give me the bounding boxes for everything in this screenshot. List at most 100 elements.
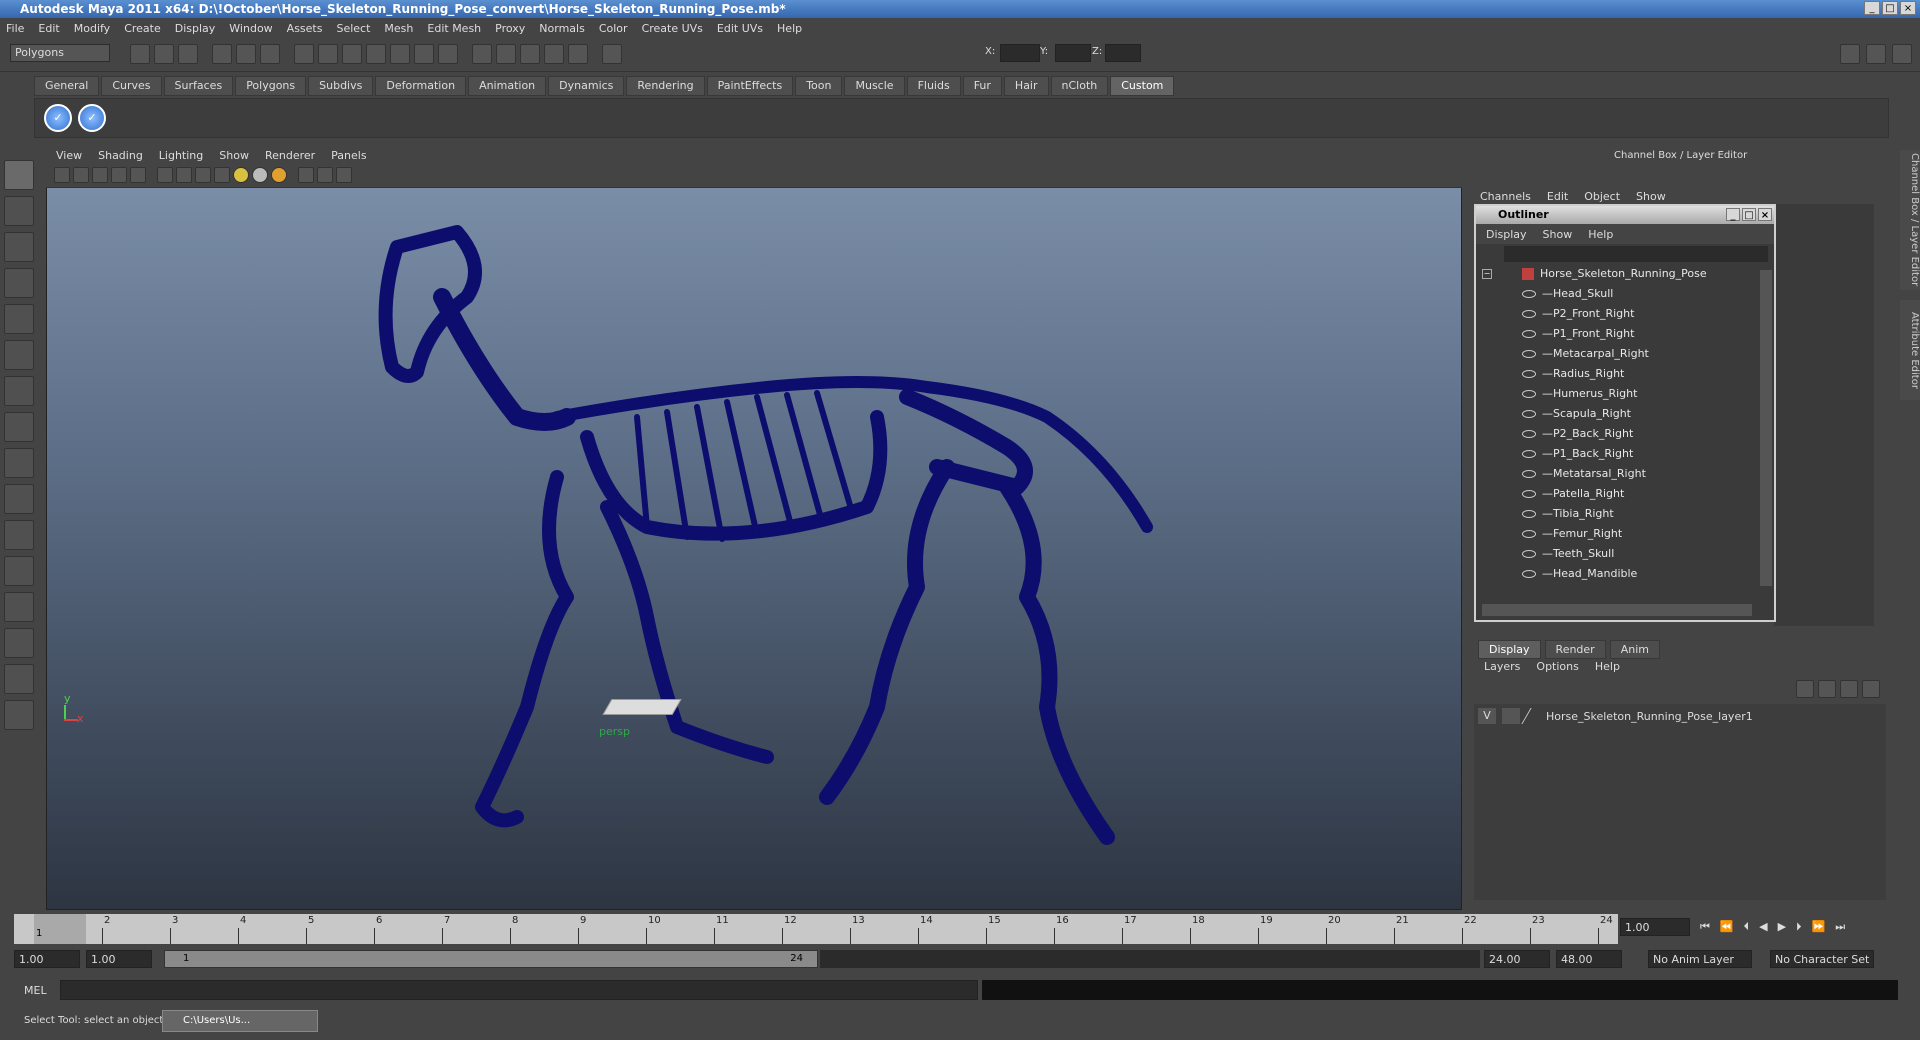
outliner-horizontal-scrollbar[interactable] <box>1482 604 1752 616</box>
outliner-item[interactable]: — P1_Back_Right <box>1482 444 1774 464</box>
layer-menu-layers[interactable]: Layers <box>1484 660 1520 673</box>
go-to-end-icon[interactable]: ⏭ <box>1835 920 1845 934</box>
layer-tab-display[interactable]: Display <box>1478 640 1541 659</box>
y-field[interactable] <box>1055 44 1091 62</box>
play-forward-icon[interactable]: ▶ <box>1778 920 1786 934</box>
outliner-close-button[interactable]: × <box>1758 208 1772 221</box>
shelf-tab-polygons[interactable]: Polygons <box>235 76 307 96</box>
menu-create-uvs[interactable]: Create UVs <box>642 22 703 35</box>
channel-menu-object[interactable]: Object <box>1584 190 1620 203</box>
resolution-gate-icon[interactable] <box>336 167 352 183</box>
minimized-window-button[interactable]: C:\Users\Us... <box>162 1010 318 1032</box>
all-lights-icon[interactable] <box>252 167 268 183</box>
camera-select-icon[interactable] <box>54 167 70 183</box>
outliner-titlebar[interactable]: Outliner _ □ × <box>1476 206 1774 224</box>
save-scene-icon[interactable] <box>178 44 198 64</box>
last-tool-icon[interactable] <box>4 484 34 514</box>
menu-normals[interactable]: Normals <box>539 22 585 35</box>
menu-edit-uvs[interactable]: Edit UVs <box>717 22 763 35</box>
render-frame-icon[interactable] <box>472 44 492 64</box>
shelf-tab-rendering[interactable]: Rendering <box>626 76 705 96</box>
outliner-item[interactable]: — Metacarpal_Right <box>1482 344 1774 364</box>
shelf-tab-painteffects[interactable]: PaintEffects <box>706 76 794 96</box>
layer-menu-options[interactable]: Options <box>1536 660 1578 673</box>
history-icon[interactable] <box>414 44 434 64</box>
start-time-field[interactable]: 1.00 <box>14 950 80 968</box>
menu-help[interactable]: Help <box>777 22 802 35</box>
layer-tab-anim[interactable]: Anim <box>1609 640 1660 659</box>
menu-display[interactable]: Display <box>175 22 216 35</box>
character-set-select[interactable]: No Character Set <box>1770 950 1874 968</box>
shelf-tab-ncloth[interactable]: nCloth <box>1050 76 1109 96</box>
side-tab-channel-box[interactable]: Channel Box / Layer Editor <box>1900 150 1920 290</box>
render-settings-icon[interactable] <box>520 44 540 64</box>
menu-window[interactable]: Window <box>229 22 272 35</box>
outliner-menu-display[interactable]: Display <box>1486 228 1527 241</box>
image-plane-icon[interactable] <box>111 167 127 183</box>
custom-shelf-check-icon-1[interactable]: ✓ <box>44 104 72 132</box>
shelf-tab-subdivs[interactable]: Subdivs <box>308 76 374 96</box>
default-light-icon[interactable] <box>233 167 249 183</box>
input-line-icon[interactable] <box>602 44 622 64</box>
layer-row[interactable]: V Horse_Skeleton_Running_Pose_layer1 <box>1478 708 1753 724</box>
collapse-icon[interactable]: − <box>1482 269 1492 279</box>
outliner-item[interactable]: — Head_Mandible <box>1482 564 1774 584</box>
shelf-tab-curves[interactable]: Curves <box>101 76 162 96</box>
outliner-item[interactable]: — Tibia_Right <box>1482 504 1774 524</box>
maximize-button[interactable]: □ <box>1882 1 1898 15</box>
outliner-item[interactable]: — Head_Skull <box>1482 284 1774 304</box>
play-backward-icon[interactable]: ◀ <box>1759 920 1767 934</box>
viewport-menu-panels[interactable]: Panels <box>331 149 366 162</box>
menu-file[interactable]: File <box>6 22 24 35</box>
outliner-filter-field[interactable] <box>1504 246 1768 262</box>
move-layer-up-icon[interactable] <box>1796 680 1814 698</box>
outliner-item[interactable]: — P1_Front_Right <box>1482 324 1774 344</box>
attribute-editor-toggle-icon[interactable] <box>1840 44 1860 64</box>
shelf-tab-custom[interactable]: Custom <box>1110 76 1175 96</box>
paint-select-tool-icon[interactable] <box>4 232 34 262</box>
tool-settings-toggle-icon[interactable] <box>1866 44 1886 64</box>
outliner-item[interactable]: — Femur_Right <box>1482 524 1774 544</box>
anim-layer-select[interactable]: No Anim Layer <box>1648 950 1752 968</box>
menu-edit[interactable]: Edit <box>38 22 59 35</box>
shelf-tab-dynamics[interactable]: Dynamics <box>548 76 625 96</box>
outliner-item[interactable]: — Patella_Right <box>1482 484 1774 504</box>
menu-create[interactable]: Create <box>124 22 161 35</box>
step-back-frame-icon[interactable]: ⏴ <box>1744 920 1750 934</box>
outliner-root-item[interactable]: − Horse_Skeleton_Running_Pose <box>1482 264 1774 284</box>
wireframe-icon[interactable] <box>157 167 173 183</box>
shelf-tab-muscle[interactable]: Muscle <box>844 76 905 96</box>
layer-type-toggle[interactable] <box>1502 708 1520 724</box>
menu-set-select[interactable]: Polygons <box>10 44 110 62</box>
outliner-item[interactable]: — Teeth_Skull <box>1482 544 1774 564</box>
single-perspective-layout-icon[interactable] <box>4 520 34 550</box>
outliner-item[interactable]: — Scapula_Right <box>1482 404 1774 424</box>
persp-graph-layout-icon[interactable] <box>4 628 34 658</box>
playback-start-field[interactable]: 1.00 <box>86 950 152 968</box>
outliner-menu-show[interactable]: Show <box>1543 228 1573 241</box>
minimize-button[interactable]: _ <box>1864 1 1880 15</box>
lasso-tool-icon[interactable] <box>4 196 34 226</box>
channel-menu-show[interactable]: Show <box>1636 190 1666 203</box>
channel-menu-edit[interactable]: Edit <box>1547 190 1568 203</box>
shelf-tab-surfaces[interactable]: Surfaces <box>163 76 234 96</box>
select-hierarchy-icon[interactable] <box>212 44 232 64</box>
current-time-field[interactable]: 1.00 <box>1620 918 1690 936</box>
viewport-menu-shading[interactable]: Shading <box>98 149 143 162</box>
menu-proxy[interactable]: Proxy <box>495 22 525 35</box>
outliner-item[interactable]: — P2_Back_Right <box>1482 424 1774 444</box>
time-slider[interactable]: 2 3 4 5 6 7 8 9 10 11 12 13 14 15 16 17 18 19 20 21 22 23 24 1 <box>14 914 1618 944</box>
close-button[interactable]: × <box>1900 1 1916 15</box>
four-view-layout-icon[interactable] <box>4 556 34 586</box>
custom-shelf-check-icon-2[interactable]: ✓ <box>78 104 106 132</box>
rotate-tool-icon[interactable] <box>4 304 34 334</box>
xray-icon[interactable] <box>317 167 333 183</box>
current-time-marker[interactable]: 1 <box>34 914 86 944</box>
menu-mesh[interactable]: Mesh <box>384 22 413 35</box>
layer-color-swatch[interactable] <box>1521 708 1545 724</box>
open-scene-icon[interactable] <box>154 44 174 64</box>
step-back-key-icon[interactable]: ⏪ <box>1720 920 1734 934</box>
menu-assets[interactable]: Assets <box>287 22 323 35</box>
show-manipulator-icon[interactable] <box>4 448 34 478</box>
viewport-menu-renderer[interactable]: Renderer <box>265 149 315 162</box>
